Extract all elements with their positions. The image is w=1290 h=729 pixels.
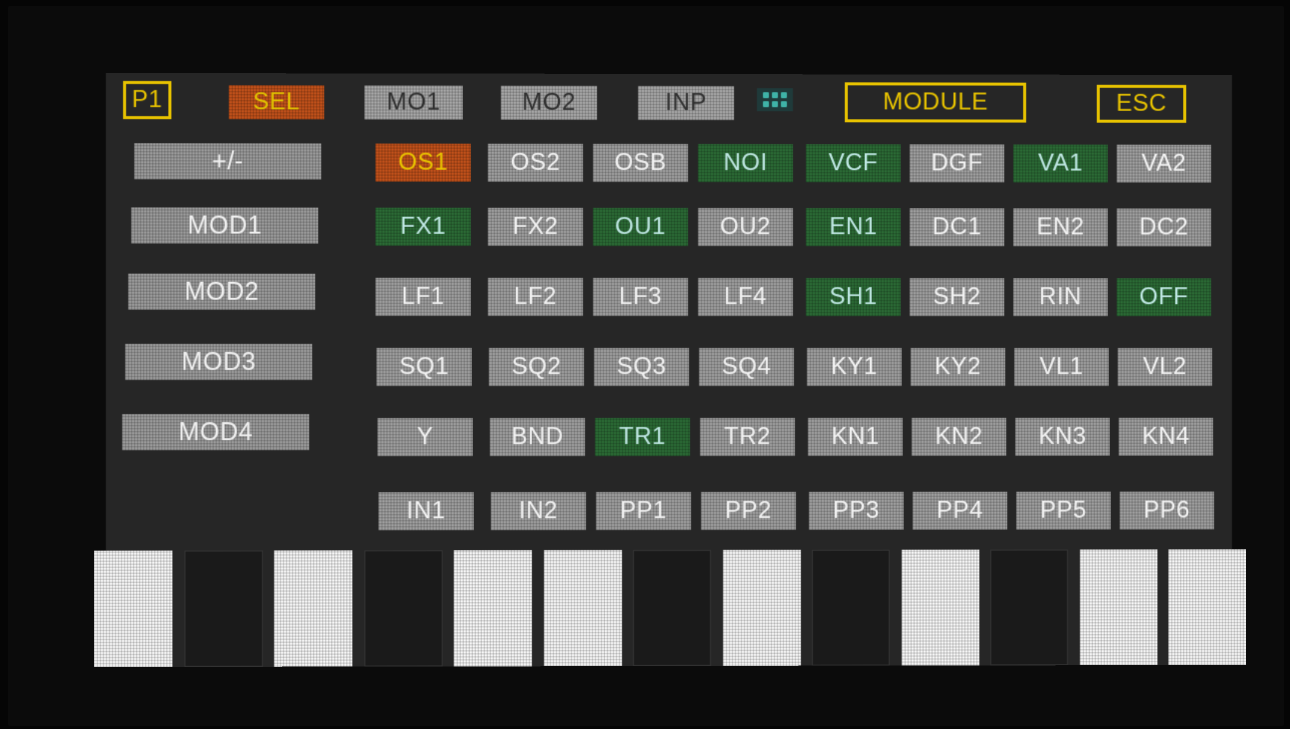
module-button-dc2[interactable]: DC2 (1116, 208, 1212, 247)
keyboard-key-13[interactable] (1168, 549, 1246, 666)
mo1-button[interactable]: MO1 (364, 85, 463, 120)
keyboard-key-1[interactable] (93, 550, 173, 668)
module-button-lf1[interactable]: LF1 (375, 277, 471, 316)
keyboard-key-11[interactable] (990, 549, 1068, 666)
module-button-ky2[interactable]: KY2 (910, 348, 1006, 386)
module-button-osb[interactable]: OSB (592, 143, 688, 183)
module-button-ky1[interactable]: KY1 (806, 348, 902, 386)
module-button-pp4[interactable]: PP4 (912, 491, 1008, 530)
side-button-mod1[interactable]: MOD1 (131, 207, 319, 244)
module-button-vl2[interactable]: VL2 (1117, 348, 1213, 386)
mo2-button[interactable]: MO2 (500, 85, 597, 120)
module-grid (106, 73, 1232, 75)
dots-grid-icon[interactable] (754, 84, 796, 114)
module-button-os1[interactable]: OS1 (375, 143, 471, 182)
module-button-pp6[interactable]: PP6 (1119, 491, 1215, 530)
module-button-ou1[interactable]: OU1 (592, 207, 688, 247)
module-button-ou2[interactable]: OU2 (697, 208, 793, 247)
module-button-tr1[interactable]: TR1 (594, 417, 690, 457)
module-button-bnd[interactable]: BND (489, 418, 585, 457)
module-button-in2[interactable]: IN2 (490, 492, 586, 531)
keyboard-key-2[interactable] (183, 550, 263, 667)
module-button-kn2[interactable]: KN2 (911, 417, 1007, 456)
keyboard-key-6[interactable] (543, 550, 622, 667)
module-button-va1[interactable]: VA1 (1013, 144, 1108, 183)
module-button-fx2[interactable]: FX2 (487, 207, 583, 246)
module-button-en2[interactable]: EN2 (1013, 208, 1108, 247)
module-button-sq2[interactable]: SQ2 (488, 347, 584, 387)
module-button-va2[interactable]: VA2 (1116, 144, 1212, 183)
keyboard (106, 73, 1232, 75)
plus-minus-button[interactable]: +/- (134, 143, 322, 180)
module-button-tr2[interactable]: TR2 (699, 417, 795, 456)
module-button-kn4[interactable]: KN4 (1118, 417, 1214, 456)
module-button-os2[interactable]: OS2 (487, 143, 583, 182)
module-button-rin[interactable]: RIN (1013, 278, 1108, 317)
module-button-y[interactable]: Y (377, 418, 473, 457)
keyboard-key-7[interactable] (632, 549, 711, 667)
module-button-sq3[interactable]: SQ3 (593, 347, 689, 387)
module-button-sh1[interactable]: SH1 (805, 278, 901, 317)
keyboard-key-3[interactable] (273, 550, 353, 667)
module-button-kn1[interactable]: KN1 (807, 417, 903, 456)
module-button-en1[interactable]: EN1 (805, 208, 901, 247)
side-button-mod3[interactable]: MOD3 (125, 343, 313, 381)
module-button-sq4[interactable]: SQ4 (698, 348, 794, 386)
module-button[interactable]: MODULE (844, 82, 1027, 123)
module-button-pp3[interactable]: PP3 (808, 491, 904, 530)
side-button-column (106, 73, 1232, 75)
module-button-pp1[interactable]: PP1 (595, 491, 691, 531)
module-button-lf4[interactable]: LF4 (697, 278, 793, 317)
module-button-sh2[interactable]: SH2 (909, 278, 1005, 317)
p1-button[interactable]: P1 (123, 80, 172, 120)
sel-button[interactable]: SEL (228, 85, 325, 120)
inp-button[interactable]: INP (637, 85, 734, 121)
keyboard-key-12[interactable] (1079, 549, 1157, 666)
module-button-vl1[interactable]: VL1 (1014, 348, 1109, 386)
module-button-lf3[interactable]: LF3 (592, 277, 688, 317)
keyboard-key-5[interactable] (453, 550, 532, 667)
module-button-pp5[interactable]: PP5 (1016, 491, 1111, 530)
keyboard-key-10[interactable] (901, 549, 979, 666)
module-button-kn3[interactable]: KN3 (1015, 417, 1110, 456)
keyboard-key-9[interactable] (811, 549, 890, 666)
side-button-mod4[interactable]: MOD4 (122, 414, 310, 451)
module-button-dc1[interactable]: DC1 (909, 208, 1005, 247)
module-button-fx1[interactable]: FX1 (375, 207, 471, 246)
keyboard-key-8[interactable] (722, 549, 801, 666)
module-button-in1[interactable]: IN1 (378, 492, 474, 531)
lcd-display: P1 SEL MO1 MO2 INP MODULE ESC +/- MOD1 MOD… (93, 72, 1246, 668)
module-button-pp2[interactable]: PP2 (700, 491, 796, 530)
esc-button[interactable]: ESC (1096, 84, 1187, 123)
side-button-mod2[interactable]: MOD2 (128, 273, 316, 310)
module-button-lf2[interactable]: LF2 (487, 277, 583, 316)
module-button-sq1[interactable]: SQ1 (376, 347, 472, 387)
device-screen: P1 SEL MO1 MO2 INP MODULE ESC +/- MOD1 MOD… (8, 6, 1284, 726)
module-button-off[interactable]: OFF (1116, 278, 1212, 317)
module-button-vcf[interactable]: VCF (805, 144, 901, 183)
module-button-noi[interactable]: NOI (697, 144, 793, 183)
keyboard-key-4[interactable] (363, 550, 443, 667)
module-button-dgf[interactable]: DGF (909, 144, 1005, 183)
